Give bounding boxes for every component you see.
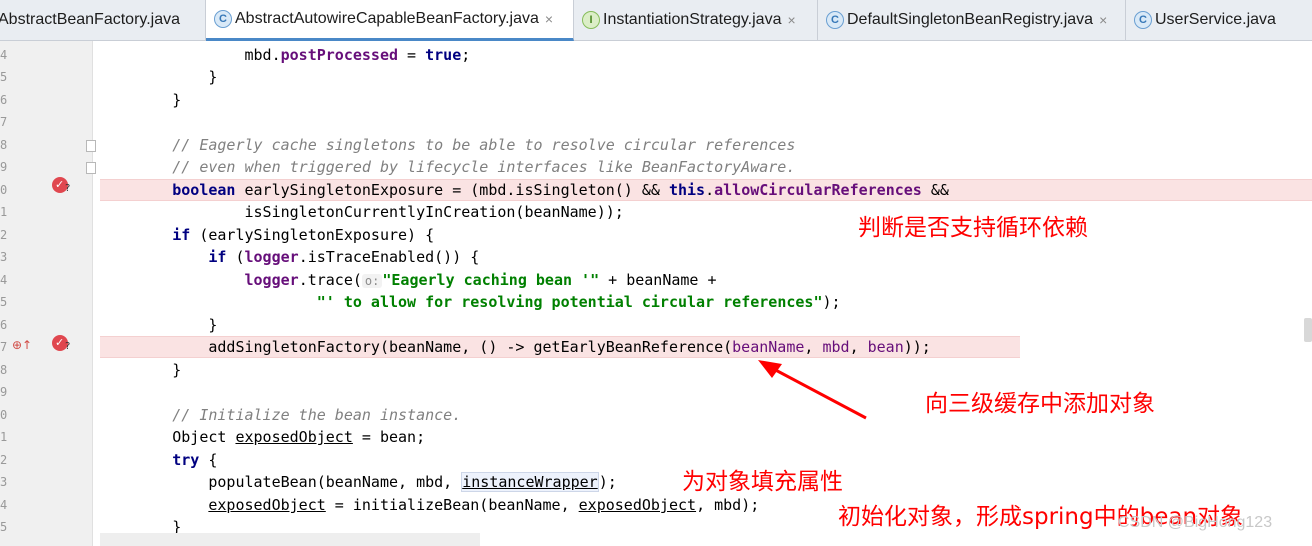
watermark: CSDN @BigHong123 — [1118, 514, 1273, 531]
annotation-arrow — [758, 360, 867, 420]
arrow-head — [758, 360, 782, 378]
arrow-shaft — [767, 364, 867, 420]
